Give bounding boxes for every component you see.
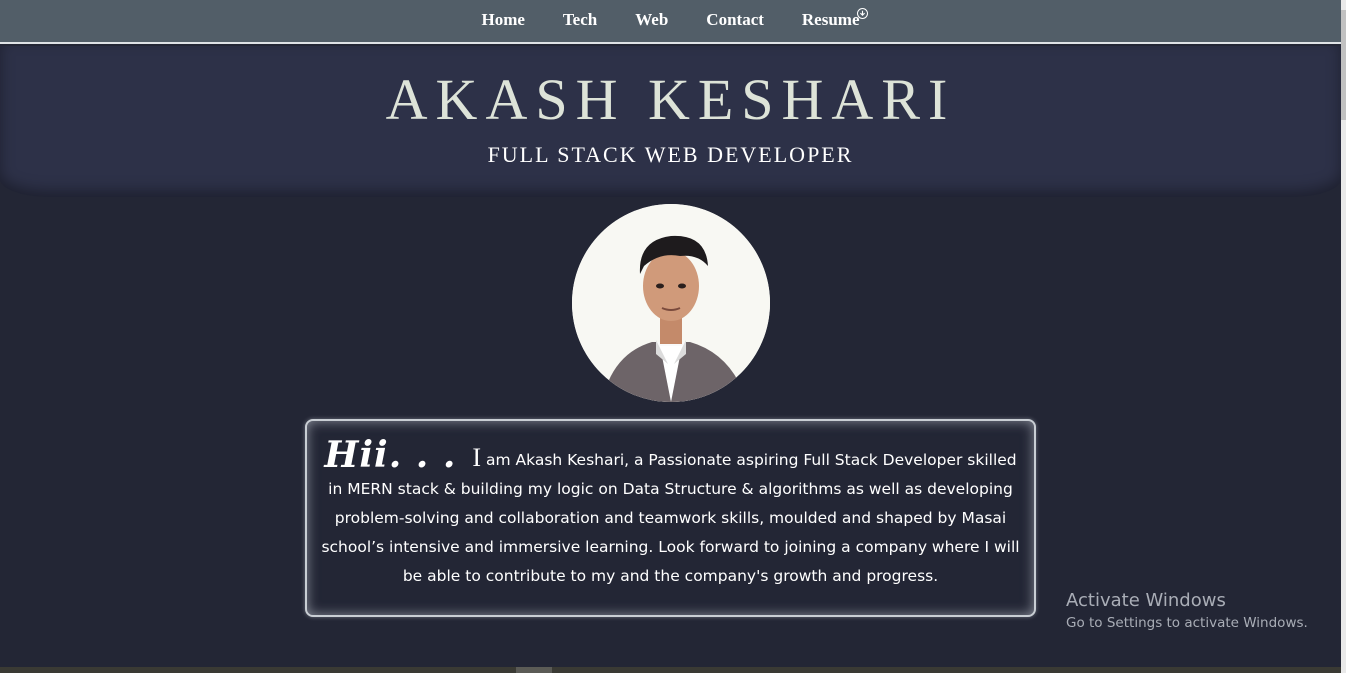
horizontal-scrollbar[interactable]	[0, 667, 1341, 673]
about-card: Hii. . .I am Akash Keshari, a Passionate…	[305, 419, 1036, 617]
nav-link-home[interactable]: Home	[481, 10, 524, 30]
nav-link-web[interactable]: Web	[635, 10, 668, 30]
hero-banner: AKASH KESHARI FULL STACK WEB DEVELOPER	[0, 46, 1341, 197]
vertical-scroll-thumb[interactable]	[1341, 10, 1346, 120]
windows-activation-watermark: Activate Windows Go to Settings to activ…	[1066, 590, 1308, 631]
about-text: Hii. . .I am Akash Keshari, a Passionate…	[319, 437, 1022, 591]
nav-link-resume[interactable]: Resume	[801, 8, 868, 30]
hero-subtitle: FULL STACK WEB DEVELOPER	[487, 142, 854, 167]
nav-menu: Home Tech Web Contact Resume	[0, 8, 1341, 30]
horizontal-scroll-thumb[interactable]	[516, 667, 552, 673]
download-icon[interactable]	[856, 8, 868, 19]
greeting: Hii. . .	[324, 434, 457, 476]
nav-link-contact[interactable]: Contact	[706, 10, 764, 30]
nav-link-resume-label: Resume	[801, 10, 860, 29]
top-navbar: Home Tech Web Contact Resume	[0, 0, 1341, 44]
hero-name: AKASH KESHARI	[385, 67, 956, 132]
about-lead-letter: I	[472, 443, 482, 472]
watermark-title: Activate Windows	[1066, 590, 1226, 611]
nav-link-tech[interactable]: Tech	[563, 10, 597, 30]
watermark-subtitle: Go to Settings to activate Windows.	[1066, 615, 1308, 631]
profile-photo	[572, 204, 770, 402]
